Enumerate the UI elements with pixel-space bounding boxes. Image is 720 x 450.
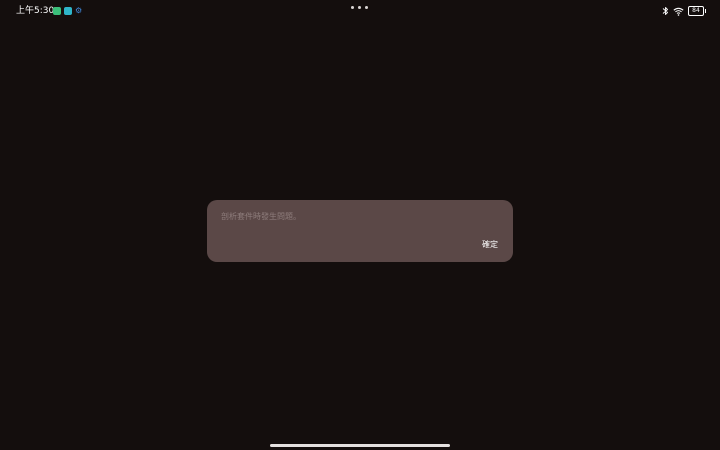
bluetooth-icon (662, 7, 668, 15)
notification-icons: ⚙ (53, 7, 83, 15)
screen: 上午5:30 ⚙ 84 剖析套件時發生問題。 確定 (0, 0, 720, 450)
gesture-navigation-bar[interactable] (270, 444, 450, 447)
dot (358, 6, 361, 9)
dot (365, 6, 368, 9)
multiwindow-handle[interactable] (351, 6, 368, 9)
gear-icon: ⚙ (75, 6, 83, 15)
status-icons-right: 84 (662, 6, 706, 16)
battery-indicator: 84 (688, 6, 706, 16)
ok-button[interactable]: 確定 (482, 239, 498, 251)
wifi-icon (673, 7, 684, 16)
status-time: 上午5:30 (16, 6, 55, 16)
status-bar: 上午5:30 ⚙ 84 (0, 0, 720, 22)
green-app-icon (53, 7, 61, 15)
dot (351, 6, 354, 9)
dialog-message: 剖析套件時發生問題。 (221, 212, 301, 221)
error-dialog: 剖析套件時發生問題。 確定 (207, 200, 513, 262)
teal-app-icon (64, 7, 72, 15)
